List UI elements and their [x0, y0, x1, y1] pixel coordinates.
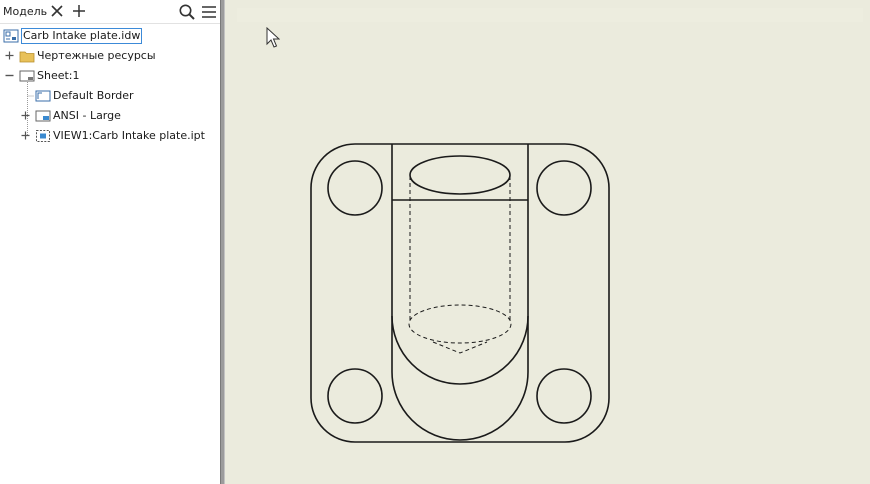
plus-icon[interactable]	[21, 111, 30, 120]
tree-item-title-block[interactable]: ANSI - Large	[35, 106, 121, 125]
tree-item-drawing-view[interactable]: VIEW1:Carb Intake plate.ipt	[35, 126, 205, 145]
hidden-bore-bottom-ellipse	[408, 304, 512, 344]
tree-item-label: Default Border	[53, 88, 134, 102]
corner-hole-bottom-right	[536, 368, 592, 424]
tree-item-label: Чертежные ресурсы	[37, 48, 156, 62]
inner-u-slot	[391, 315, 529, 385]
plus-icon[interactable]	[72, 3, 86, 19]
tree-item-label: ANSI - Large	[53, 108, 121, 122]
corner-hole-bottom-left	[327, 368, 383, 424]
model-tab[interactable]: Модель	[3, 5, 47, 18]
plate-outline	[310, 143, 610, 443]
tree-item-default-border[interactable]: Default Border	[35, 86, 134, 105]
hamburger-menu-icon[interactable]	[200, 3, 218, 21]
bore-top-ellipse	[409, 155, 511, 195]
drawing-view-icon	[36, 129, 50, 142]
plus-icon[interactable]	[21, 131, 30, 140]
browser-tab-bar: Модель	[0, 0, 220, 24]
drawing-canvas[interactable]	[225, 0, 870, 484]
close-icon[interactable]	[50, 3, 64, 19]
outer-u-slot	[391, 144, 529, 441]
corner-hole-top-right	[536, 160, 592, 216]
tree-guide-lines	[27, 82, 34, 136]
model-browser-panel: Модель Carb Intake plate.idw Чертежные р…	[0, 0, 220, 484]
border-icon	[35, 90, 51, 101]
part-drawing-view	[310, 143, 610, 443]
mouse-pointer-icon	[266, 27, 280, 48]
hidden-cone-tip	[432, 341, 488, 354]
corner-hole-top-left	[327, 160, 383, 216]
title-block-icon	[35, 110, 51, 121]
search-icon[interactable]	[178, 3, 196, 21]
tree-item-label: Sheet:1	[37, 68, 80, 82]
tree-item-label: VIEW1:Carb Intake plate.ipt	[53, 128, 205, 142]
